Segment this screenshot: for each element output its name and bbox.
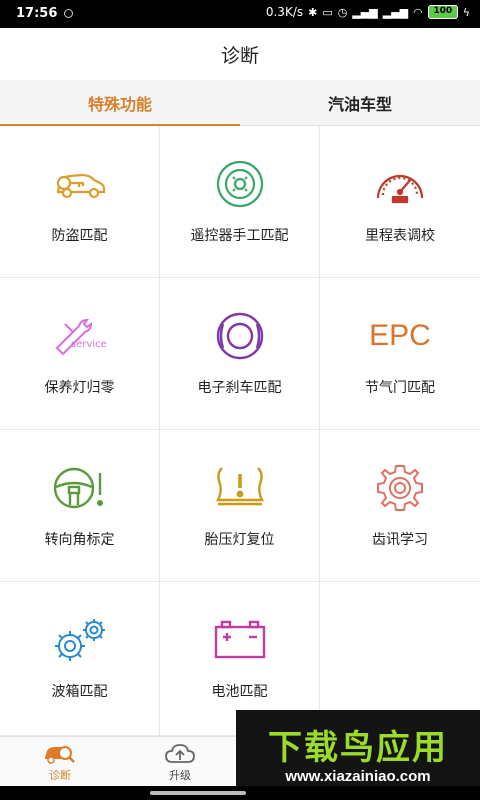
- home-indicator[interactable]: [150, 791, 246, 795]
- car-search-icon: [43, 741, 77, 767]
- function-throttle[interactable]: EPC 节气门匹配: [320, 278, 480, 430]
- service-wrench-icon: service: [50, 311, 110, 361]
- status-time: 17:56: [16, 6, 58, 21]
- function-electronic-brake[interactable]: 电子刹车匹配: [160, 278, 320, 430]
- tab-special-functions[interactable]: 特殊功能: [0, 80, 240, 126]
- page-title: 诊断: [220, 44, 259, 67]
- function-label: 胎压灯复位: [204, 532, 275, 548]
- nav-diagnose[interactable]: 诊断: [0, 737, 120, 786]
- epc-text: EPC: [369, 319, 431, 352]
- function-label: 里程表调校: [365, 228, 435, 244]
- function-label: 电池匹配: [211, 684, 268, 700]
- function-label: 遥控器手工匹配: [190, 228, 289, 244]
- nav-upgrade[interactable]: 升级: [120, 737, 240, 786]
- brake-disc-icon: [210, 311, 270, 361]
- function-label: 保养灯归零: [44, 380, 115, 396]
- nav-label: 诊断: [49, 769, 71, 782]
- system-gesture-bar: [0, 786, 480, 800]
- battery-icon: [210, 615, 270, 665]
- watermark-url: www.xiazainiao.com: [285, 768, 431, 785]
- function-label: 齿讯学习: [372, 532, 428, 548]
- function-label: 防盗匹配: [51, 228, 108, 244]
- battery-icon: 100: [427, 5, 458, 19]
- function-label: 电子刹车匹配: [197, 380, 282, 396]
- status-icons: 0.3K/s ✱ ▭ ◷ ▂▄▆ ▂▄▆ ◠ 100 ϟ: [266, 5, 470, 19]
- bluetooth-icon: ✱: [308, 5, 318, 19]
- function-grid: 防盗匹配 遥控器手工匹配 里程表调校 service 保养灯归零 电子刹车匹配 …: [0, 126, 480, 736]
- steering-wheel-icon: [50, 463, 110, 513]
- gear-icon: [370, 463, 430, 513]
- remote-control-icon: [210, 159, 270, 209]
- speedometer-icon: [370, 159, 430, 209]
- signal-icon: ▂▄▆: [352, 5, 378, 19]
- watermark-title: 下载鸟应用: [268, 728, 448, 768]
- alarm-icon: ◷: [337, 5, 348, 19]
- network-speed: 0.3K/s: [265, 5, 304, 19]
- status-bar: 17:56 0.3K/s ✱ ▭ ◷ ▂▄▆ ▂▄▆ ◠ 100 ϟ: [0, 0, 480, 28]
- function-odometer[interactable]: 里程表调校: [320, 126, 480, 278]
- tab-label: 特殊功能: [87, 94, 152, 114]
- nav-label: 升级: [169, 769, 191, 782]
- car-key-icon: [50, 159, 110, 209]
- function-label: 波箱匹配: [51, 684, 108, 700]
- notification-indicator-icon: [64, 9, 73, 18]
- wifi-icon: ◠: [413, 5, 423, 19]
- svg-text:service: service: [71, 339, 107, 350]
- charging-icon: ϟ: [462, 5, 470, 19]
- tab-label: 汽油车型: [327, 94, 392, 114]
- function-gearbox[interactable]: 波箱匹配: [0, 582, 160, 736]
- function-gear-learn[interactable]: 齿讯学习: [320, 430, 480, 582]
- function-tire-pressure[interactable]: 胎压灯复位: [160, 430, 320, 582]
- signal-2-icon: ▂▄▆: [382, 5, 409, 19]
- function-label: 转向角标定: [44, 532, 115, 548]
- function-label: 节气门匹配: [365, 380, 435, 396]
- epc-icon: EPC: [369, 311, 431, 361]
- tire-pressure-icon: [210, 463, 270, 513]
- page-header: 诊断: [0, 28, 480, 80]
- function-remote-pairing[interactable]: 遥控器手工匹配: [160, 126, 320, 278]
- tab-bar: 特殊功能 汽油车型: [0, 80, 480, 126]
- function-steering-angle[interactable]: 转向角标定: [0, 430, 160, 582]
- cloud-upload-icon: [164, 741, 196, 767]
- gears-icon: [50, 615, 110, 665]
- function-service-reset[interactable]: service 保养灯归零: [0, 278, 160, 430]
- tab-gasoline-models[interactable]: 汽油车型: [240, 80, 480, 125]
- vibrate-icon: ▭: [322, 5, 333, 19]
- function-immobilizer[interactable]: 防盗匹配: [0, 126, 160, 278]
